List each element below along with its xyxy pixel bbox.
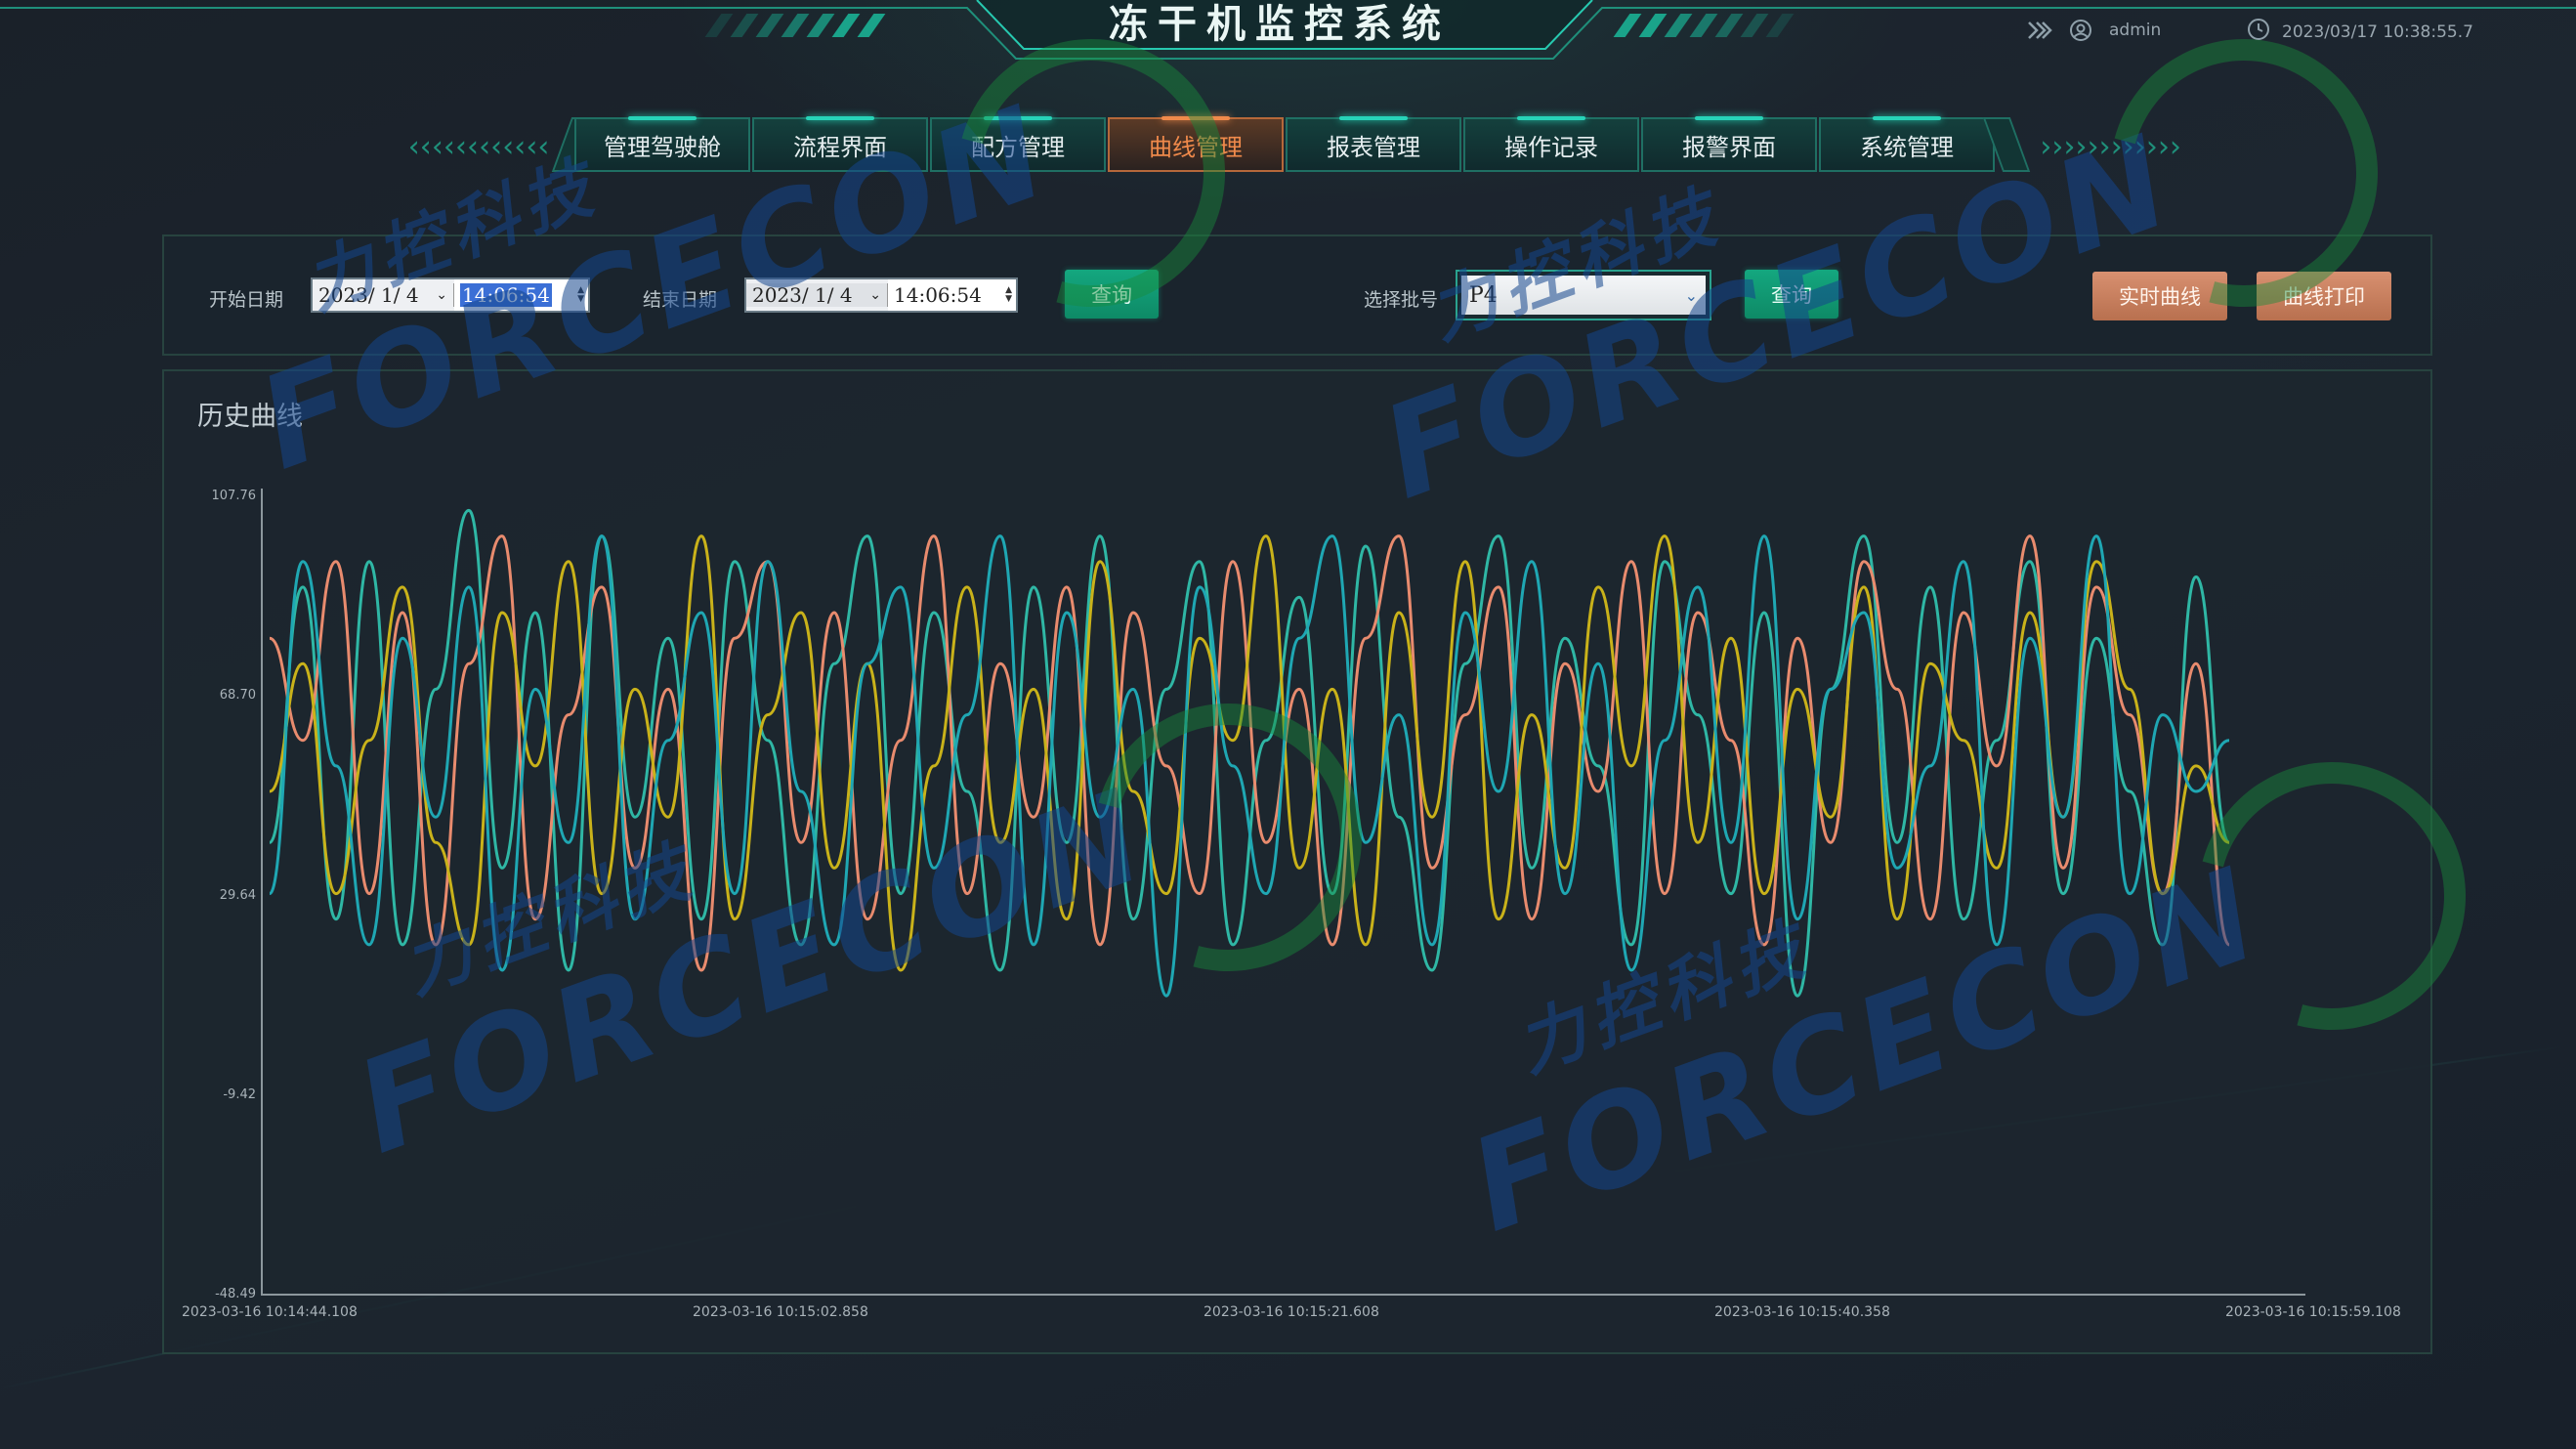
history-curve-chart[interactable] [0,0,2576,1449]
chart-axes [261,489,2305,1296]
series-line-1 [268,508,2231,998]
